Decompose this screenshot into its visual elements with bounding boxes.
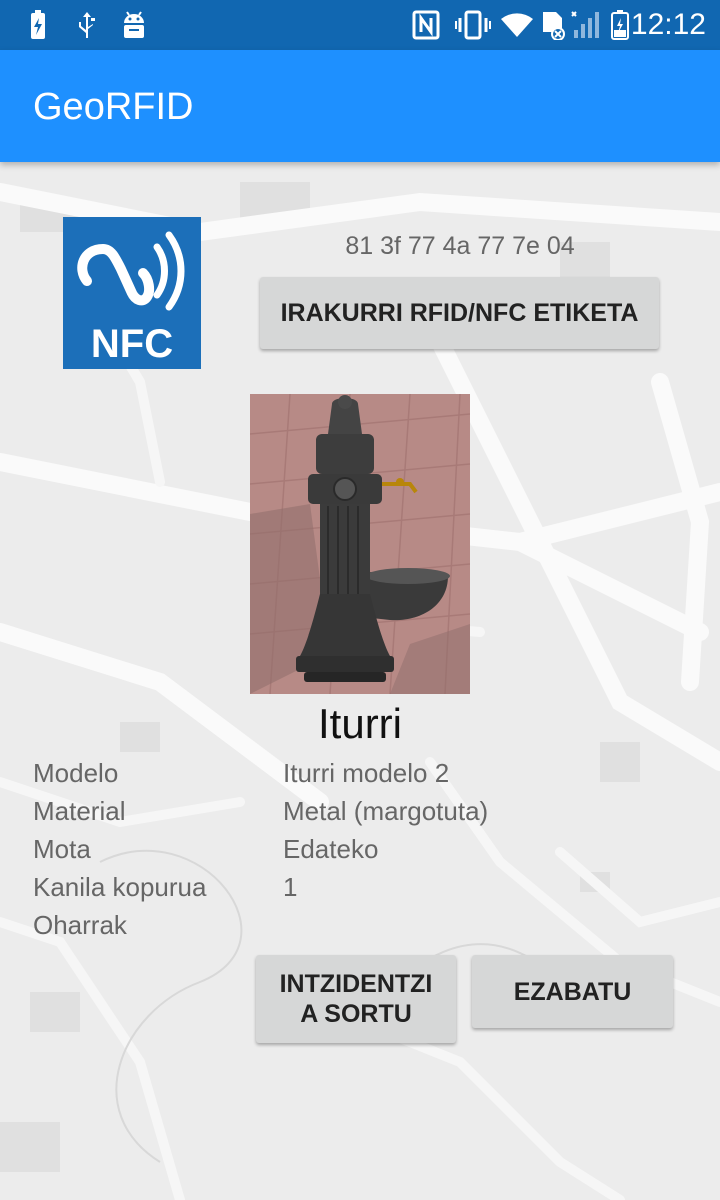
create-incident-button[interactable]: INTZIDENTZI A SORTU: [256, 955, 456, 1043]
wifi-icon: [500, 10, 534, 40]
no-sim-icon: [540, 10, 566, 40]
battery-icon: [610, 10, 630, 40]
item-name: Iturri: [318, 700, 402, 747]
property-label: Kanila kopurua: [33, 872, 207, 902]
tag-uid: 81 3f 77 4a 77 7e 04: [345, 232, 575, 260]
app-bar: GeoRFID: [0, 50, 720, 162]
property-label: Oharrak: [33, 910, 127, 940]
create-incident-label-line2: A SORTU: [300, 1000, 412, 1028]
property-label: Material: [33, 796, 126, 826]
signal-icon: [570, 10, 602, 40]
read-tag-button[interactable]: IRAKURRI RFID/NFC ETIKETA: [260, 277, 659, 349]
property-value: 1: [283, 872, 298, 902]
property-value: Edateko: [283, 834, 379, 864]
battery-charging-icon: [28, 10, 48, 40]
property-value: Iturri modelo 2: [283, 758, 450, 788]
android-debug-icon: [120, 10, 148, 40]
usb-icon: [76, 10, 98, 40]
property-value: Metal (margotuta): [283, 796, 489, 826]
app-title: GeoRFID: [33, 86, 194, 128]
nfc-icon: [412, 10, 440, 40]
svg-text:NFC: NFC: [91, 322, 173, 366]
vibrate-icon: [455, 10, 491, 40]
delete-button[interactable]: EZABATU: [472, 955, 673, 1028]
status-time: 12:12: [630, 8, 706, 41]
nfc-logo: NFC: [63, 217, 201, 369]
status-bar: 12:12: [0, 0, 720, 50]
property-label: Modelo: [33, 758, 119, 788]
property-label: Mota: [33, 834, 91, 864]
item-photo: [250, 394, 470, 694]
create-incident-label-line1: INTZIDENTZI: [279, 970, 433, 998]
